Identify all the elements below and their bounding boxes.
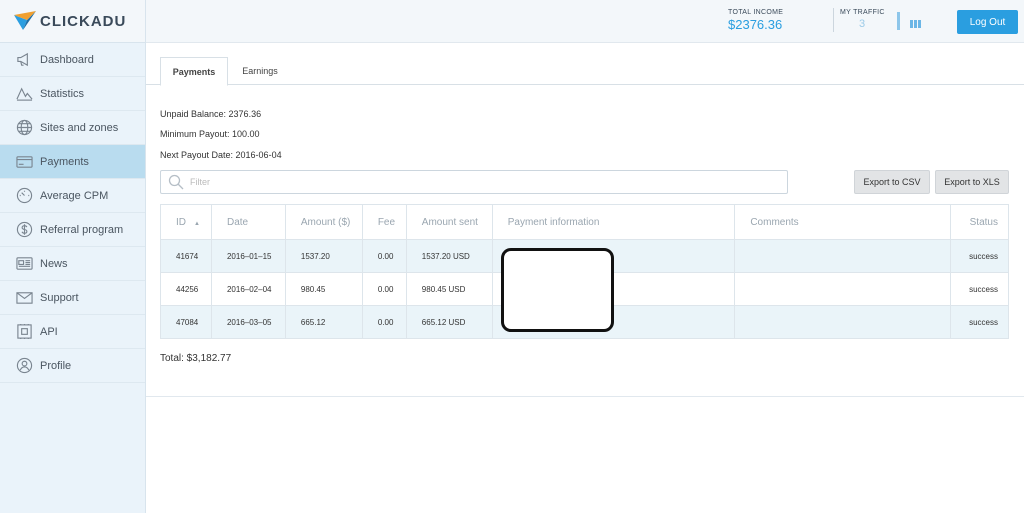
logo[interactable]: CLICKADU xyxy=(0,0,145,43)
cell-date: 2016–02–04 xyxy=(210,272,286,306)
header-divider xyxy=(833,8,834,32)
sidebar-item-label: Referral program xyxy=(40,223,124,236)
chart-line-icon xyxy=(15,85,33,103)
cell-id: 44256 xyxy=(160,272,212,306)
filter-box xyxy=(160,170,788,194)
sidebar-item-average-cpm[interactable]: Average CPM xyxy=(0,179,145,213)
bar-chart-icon[interactable] xyxy=(910,20,921,28)
my-traffic-value: 3 xyxy=(859,18,866,30)
cell-fee: 0.00 xyxy=(361,272,407,306)
megaphone-icon xyxy=(15,51,33,69)
redaction-box xyxy=(501,248,614,332)
filter-input[interactable] xyxy=(190,177,750,187)
cell-amount: 980.45 xyxy=(284,272,363,306)
sidebar-item-support[interactable]: Support xyxy=(0,281,145,315)
column-header-date[interactable]: Date xyxy=(210,204,286,240)
column-header-fee[interactable]: Fee xyxy=(361,204,407,240)
my-traffic-label: MY TRAFFIC xyxy=(840,9,885,16)
cell-amount-sent: 980.45 USD xyxy=(405,272,493,306)
total-income: TOTAL INCOME $2376.36 xyxy=(728,9,783,32)
my-traffic: MY TRAFFIC 3 xyxy=(840,9,885,30)
sidebar-item-profile[interactable]: Profile xyxy=(0,349,145,383)
tab-earnings[interactable]: Earnings xyxy=(232,57,288,85)
total-income-label: TOTAL INCOME xyxy=(728,9,784,16)
user-icon xyxy=(15,357,33,375)
sidebar-item-label: Average CPM xyxy=(40,189,109,202)
dollar-icon xyxy=(15,221,33,239)
cell-amount-sent: 1537.20 USD xyxy=(405,239,493,273)
cell-comments xyxy=(734,272,951,306)
cell-status: success xyxy=(950,272,1009,306)
table-header-row: ID ▲ Date Amount ($) Fee Amount sent Paym… xyxy=(160,204,1009,240)
cell-fee: 0.00 xyxy=(361,239,407,273)
export-csv-button[interactable]: Export to CSV xyxy=(854,170,930,194)
sidebar-item-label: News xyxy=(40,257,68,270)
cell-fee: 0.00 xyxy=(361,305,407,339)
cell-comments xyxy=(734,305,951,339)
sidebar-item-label: Support xyxy=(40,291,79,304)
tab-payments[interactable]: Payments xyxy=(160,57,228,86)
cell-status: success xyxy=(950,305,1009,339)
sidebar-item-news[interactable]: News xyxy=(0,247,145,281)
sidebar-item-label: Sites and zones xyxy=(40,121,119,134)
total-income-value: $2376.36 xyxy=(728,17,783,32)
top-header: TOTAL INCOME $2376.36 MY TRAFFIC 3 Log O… xyxy=(146,0,1024,43)
next-payout-date: Next Payout Date: 2016-06-04 xyxy=(160,150,282,160)
cell-amount-sent: 665.12 USD xyxy=(405,305,493,339)
tab-bar: Payments Earnings xyxy=(146,57,1024,86)
search-icon xyxy=(168,174,184,190)
column-header-comments[interactable]: Comments xyxy=(734,204,951,240)
sidebar-item-label: API xyxy=(40,325,58,338)
cell-id: 41674 xyxy=(160,239,212,273)
main-content: Payments Earnings Unpaid Balance: 2376.3… xyxy=(146,43,1024,397)
envelope-icon xyxy=(15,289,33,307)
sort-icon[interactable]: ▲ xyxy=(194,221,200,227)
sidebar-item-label: Payments xyxy=(40,155,89,168)
sidebar-item-label: Profile xyxy=(40,359,72,372)
column-header-id[interactable]: ID ▲ xyxy=(160,204,212,240)
sidebar: CLICKADU Dashboard Statistics Sites and … xyxy=(0,0,146,513)
sidebar-item-label: Statistics xyxy=(40,87,85,100)
card-icon xyxy=(15,153,33,171)
api-icon xyxy=(15,323,33,341)
column-header-payment-information[interactable]: Payment information xyxy=(491,204,736,240)
cell-date: 2016–03–05 xyxy=(210,305,286,339)
clickadu-logo-icon xyxy=(14,11,36,30)
sidebar-item-payments[interactable]: Payments xyxy=(0,145,145,179)
unpaid-balance: Unpaid Balance: 2376.36 xyxy=(160,109,262,119)
cell-status: success xyxy=(950,239,1009,273)
cell-date: 2016–01–15 xyxy=(210,239,286,273)
logo-text: CLICKADU xyxy=(40,12,127,30)
column-header-amount[interactable]: Amount ($) xyxy=(284,204,363,240)
newspaper-icon xyxy=(15,255,33,273)
sidebar-item-api[interactable]: API xyxy=(0,315,145,349)
column-header-amount-sent[interactable]: Amount sent xyxy=(405,204,493,240)
sidebar-item-label: Dashboard xyxy=(40,53,94,66)
globe-icon xyxy=(15,119,33,137)
export-xls-button[interactable]: Export to XLS xyxy=(935,170,1009,194)
sidebar-item-sites-and-zones[interactable]: Sites and zones xyxy=(0,111,145,145)
sidebar-item-statistics[interactable]: Statistics xyxy=(0,77,145,111)
sidebar-item-dashboard[interactable]: Dashboard xyxy=(0,43,145,77)
sidebar-item-referral-program[interactable]: Referral program xyxy=(0,213,145,247)
cell-id: 47084 xyxy=(160,305,212,339)
gauge-icon xyxy=(15,187,33,205)
cell-amount: 665.12 xyxy=(284,305,363,339)
cell-amount: 1537.20 xyxy=(284,239,363,273)
payments-total: Total: $3,182.77 xyxy=(160,353,232,364)
column-header-status[interactable]: Status xyxy=(950,204,1009,240)
logout-button[interactable]: Log Out xyxy=(957,10,1018,34)
cell-comments xyxy=(734,239,951,273)
minimum-payout: Minimum Payout: 100.00 xyxy=(160,129,260,139)
traffic-level-bar xyxy=(897,12,900,30)
